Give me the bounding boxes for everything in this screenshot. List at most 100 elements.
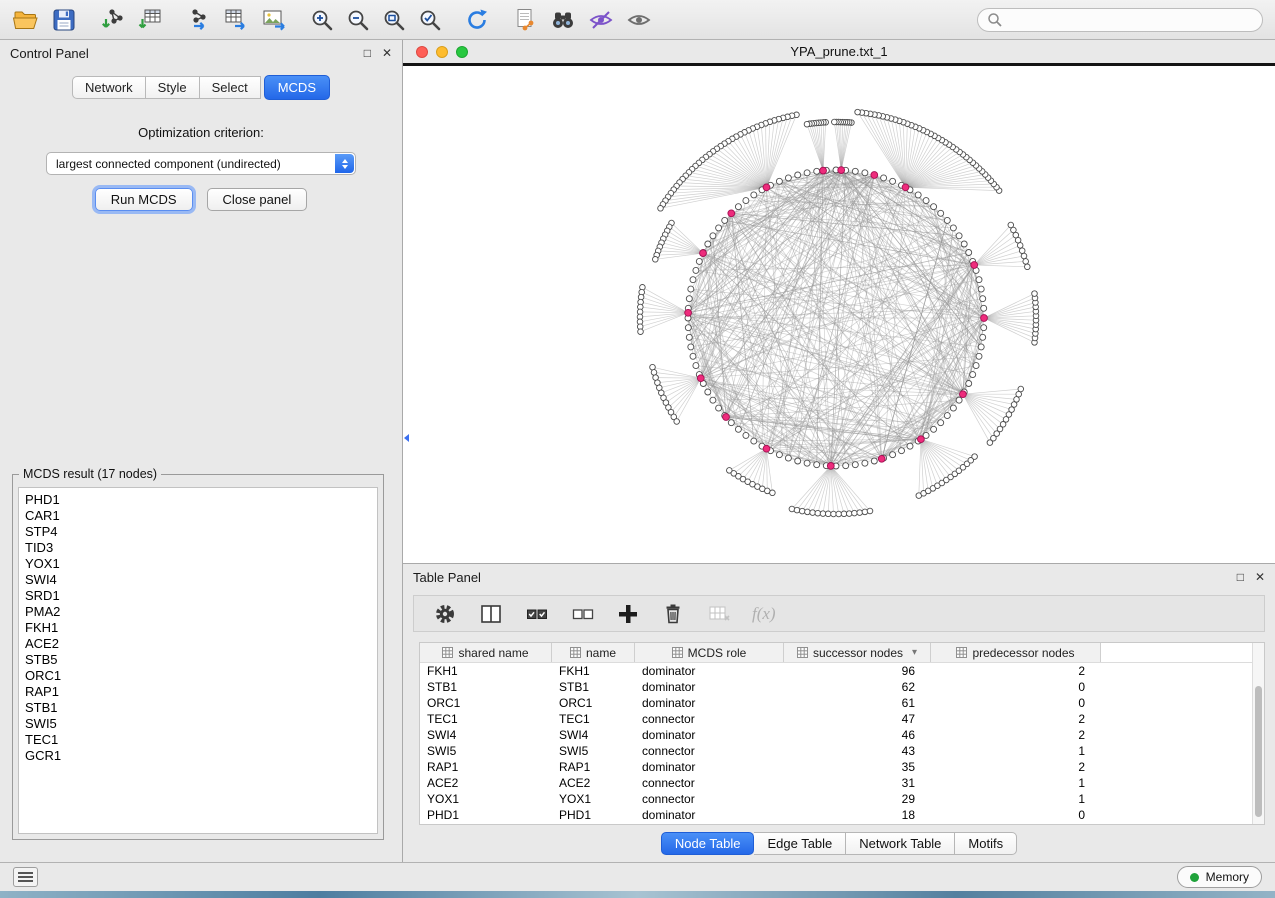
open-file-icon[interactable] [12,7,39,32]
criterion-selected-value: largest connected component (undirected) [56,157,281,171]
table-row[interactable]: ACE2ACE2connector311 [420,775,1264,791]
run-mcds-button[interactable]: Run MCDS [95,188,193,211]
mcds-result-item[interactable]: SRD1 [25,588,377,604]
column-header-MCDS-role[interactable]: MCDS role [635,643,784,662]
search-input[interactable] [1008,13,1253,27]
binoculars-icon[interactable] [550,8,576,32]
mcds-result-item[interactable]: FKH1 [25,620,377,636]
scrollbar-thumb[interactable] [1255,686,1262,816]
table-cell: dominator [635,807,784,823]
mcds-result-item[interactable]: PHD1 [25,492,377,508]
table-tab-motifs[interactable]: Motifs [955,832,1017,855]
tab-network[interactable]: Network [72,76,146,99]
table-row[interactable]: TEC1TEC1connector472 [420,711,1264,727]
table-tab-node-table[interactable]: Node Table [661,832,755,855]
select-all-icon[interactable] [524,601,550,627]
eye-icon[interactable] [626,7,652,33]
table-row[interactable]: ORC1ORC1dominator610 [420,695,1264,711]
eye-slash-icon[interactable] [588,7,614,33]
table-cell: connector [635,791,784,807]
mcds-result-item[interactable]: YOX1 [25,556,377,572]
splitter-toggle-icon[interactable] [403,428,409,448]
float-panel-icon[interactable]: □ [364,47,371,59]
save-icon[interactable] [51,7,77,33]
delete-column-icon[interactable] [660,601,686,627]
table-row[interactable]: FKH1FKH1dominator962 [420,663,1264,679]
network-canvas[interactable] [403,63,1275,563]
table-cell: YOX1 [552,791,635,807]
table-cell: 1 [931,791,1101,807]
import-network-icon[interactable] [99,7,125,32]
table-cell: TEC1 [420,711,552,727]
minimize-window-icon[interactable] [436,46,448,58]
mcds-result-item[interactable]: TEC1 [25,732,377,748]
search-box[interactable] [977,8,1263,32]
zoom-fit-icon[interactable] [382,8,406,32]
column-header-label: predecessor nodes [972,646,1074,660]
table-row[interactable]: RAP1RAP1dominator352 [420,759,1264,775]
show-columns-icon[interactable] [478,601,504,627]
tab-style[interactable]: Style [146,76,200,99]
import-group [99,7,163,32]
table-row[interactable]: PHD1PHD1dominator180 [420,807,1264,823]
mcds-result-list[interactable]: PHD1CAR1STP4TID3YOX1SWI4SRD1PMA2FKH1ACE2… [18,487,378,834]
table-panel-title: Table Panel [413,570,481,585]
table-tabs: Node TableEdge TableNetwork TableMotifs [403,832,1275,855]
table-cell: connector [635,775,784,791]
tab-select[interactable]: Select [200,76,261,99]
column-header-successor-nodes[interactable]: successor nodes▾ [784,643,931,662]
mcds-result-item[interactable]: CAR1 [25,508,377,524]
tab-mcds[interactable]: MCDS [264,75,330,100]
mcds-result-item[interactable]: SWI5 [25,716,377,732]
status-bar: Memory [0,862,1275,891]
gear-icon[interactable] [432,601,458,627]
table-row[interactable]: SWI5SWI5connector431 [420,743,1264,759]
criterion-select[interactable]: largest connected component (undirected) [46,152,356,175]
mcds-result-item[interactable]: STP4 [25,524,377,540]
add-column-icon[interactable] [616,602,640,626]
float-table-panel-icon[interactable]: □ [1237,571,1244,583]
mcds-result-item[interactable]: GCR1 [25,748,377,764]
mcds-result-item[interactable]: STB5 [25,652,377,668]
mcds-result-box: MCDS result (17 nodes) PHD1CAR1STP4TID3Y… [12,467,384,840]
refresh-group [464,7,490,33]
column-header-label: successor nodes [813,646,903,660]
export-network-icon[interactable] [185,7,211,32]
zoom-selected-icon[interactable] [418,8,442,32]
close-panel-icon[interactable]: ✕ [382,47,392,59]
import-table-icon[interactable] [137,7,163,32]
zoom-in-icon[interactable] [310,8,334,32]
table-tab-edge-table[interactable]: Edge Table [754,832,846,855]
deselect-all-icon[interactable] [570,601,596,627]
table-row[interactable]: STB1STB1dominator620 [420,679,1264,695]
table-toolbar: f(x) [413,595,1265,632]
column-header-predecessor-nodes[interactable]: predecessor nodes [931,643,1101,662]
column-header-shared-name[interactable]: shared name [420,643,552,662]
mcds-result-item[interactable]: STB1 [25,700,377,716]
table-cell: 0 [931,807,1101,823]
table-row[interactable]: YOX1YOX1connector291 [420,791,1264,807]
mcds-result-item[interactable]: SWI4 [25,572,377,588]
close-table-panel-icon[interactable]: ✕ [1255,571,1265,583]
zoom-out-icon[interactable] [346,8,370,32]
export-table-icon[interactable] [223,7,249,32]
export-image-icon[interactable] [261,7,288,32]
new-network-from-selection-icon[interactable] [512,7,538,32]
mcds-result-item[interactable]: ACE2 [25,636,377,652]
network-graph[interactable] [403,66,1275,563]
column-header-name[interactable]: name [552,643,635,662]
maximize-window-icon[interactable] [456,46,468,58]
task-history-button[interactable] [13,867,38,887]
table-tab-network-table[interactable]: Network Table [846,832,955,855]
table-scrollbar[interactable] [1252,643,1264,824]
mcds-result-item[interactable]: TID3 [25,540,377,556]
mcds-result-item[interactable]: PMA2 [25,604,377,620]
memory-button[interactable]: Memory [1177,866,1262,888]
table-row[interactable]: SWI4SWI4dominator462 [420,727,1264,743]
mcds-result-item[interactable]: ORC1 [25,668,377,684]
close-panel-button[interactable]: Close panel [207,188,308,211]
refresh-icon[interactable] [464,7,490,33]
mcds-result-item[interactable]: RAP1 [25,684,377,700]
table-cell: 31 [784,775,931,791]
close-window-icon[interactable] [416,46,428,58]
